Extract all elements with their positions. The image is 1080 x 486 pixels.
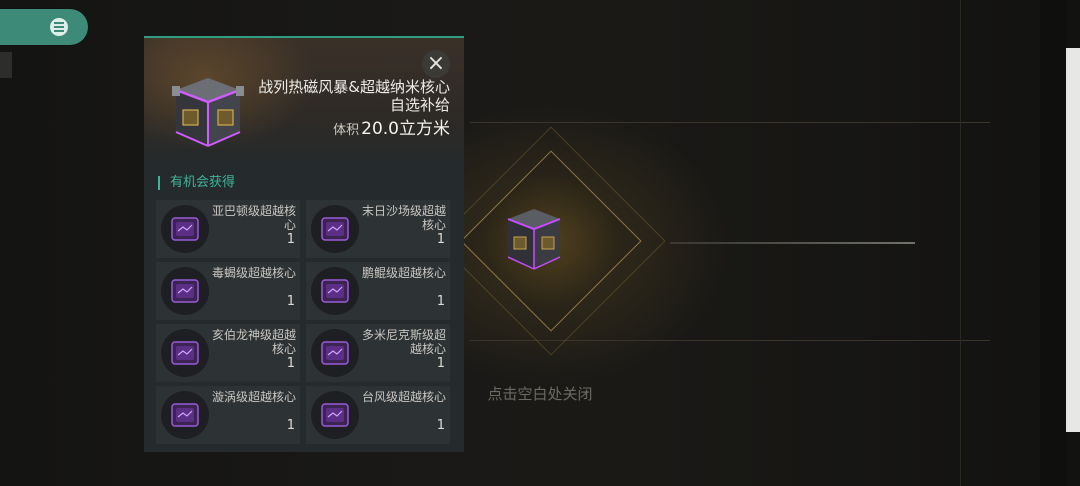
reward-name: 亚巴顿级超越核心 xyxy=(211,204,296,232)
reward-quantity: 1 xyxy=(286,418,295,433)
core-chip-icon xyxy=(311,267,359,315)
volume-label: 体积 xyxy=(333,123,360,138)
reward-quantity: 1 xyxy=(436,356,445,371)
reward-name: 台风级超越核心 xyxy=(361,390,446,404)
core-chip-icon xyxy=(311,329,359,377)
volume-value: 20.0立方米 xyxy=(361,119,450,139)
background-right-bar xyxy=(1066,48,1080,432)
possible-rewards-heading: 有机会获得 xyxy=(158,176,235,190)
supply-crate-preview-icon xyxy=(500,205,568,275)
close-button[interactable]: × xyxy=(422,50,450,78)
supply-crate-icon xyxy=(168,72,248,152)
core-chip-icon xyxy=(161,205,209,253)
core-chip-icon xyxy=(311,205,359,253)
reward-name: 鹏鲲级超越核心 xyxy=(361,266,446,280)
reward-card[interactable]: 亥伯龙神级超越核心 1 xyxy=(156,324,300,382)
reward-quantity: 1 xyxy=(286,232,295,247)
item-title: 战列热磁风暴&超越纳米核心自选补给 xyxy=(258,78,450,114)
close-icon: × xyxy=(426,51,446,76)
reward-quantity: 1 xyxy=(286,356,295,371)
reward-quantity: 1 xyxy=(286,294,295,309)
reward-card[interactable]: 漩涡级超越核心 1 xyxy=(156,386,300,444)
reward-quantity: 1 xyxy=(436,294,445,309)
item-detail-panel: × 战列热磁风暴&超越纳米核心自选补给 体积 20.0立方米 有机会获得 亚巴顿级… xyxy=(144,36,464,452)
background-right-edge xyxy=(1040,0,1066,486)
background-left-tab xyxy=(0,52,12,78)
reward-name: 末日沙场级超越核心 xyxy=(361,204,446,232)
item-volume: 体积 20.0立方米 xyxy=(333,114,450,139)
reward-card[interactable]: 毒蝎级超越核心 1 xyxy=(156,262,300,320)
reward-name: 多米尼克斯级超越核心 xyxy=(361,328,446,356)
core-chip-icon xyxy=(161,267,209,315)
reward-name: 漩涡级超越核心 xyxy=(211,390,296,404)
reward-card[interactable]: 亚巴顿级超越核心 1 xyxy=(156,200,300,258)
reward-card[interactable]: 多米尼克斯级超越核心 1 xyxy=(306,324,450,382)
preview-decor-line xyxy=(670,242,915,244)
reward-name: 亥伯龙神级超越核心 xyxy=(211,328,296,356)
core-chip-icon xyxy=(161,329,209,377)
close-hint-text: 点击空白处关闭 xyxy=(487,385,593,403)
reward-card[interactable]: 末日沙场级超越核心 1 xyxy=(306,200,450,258)
menu-button[interactable] xyxy=(0,9,88,45)
reward-card[interactable]: 鹏鲲级超越核心 1 xyxy=(306,262,450,320)
core-chip-icon xyxy=(161,391,209,439)
core-chip-icon xyxy=(311,391,359,439)
menu-icon xyxy=(50,18,68,36)
reward-name: 毒蝎级超越核心 xyxy=(211,266,296,280)
background-line xyxy=(470,122,990,123)
reward-quantity: 1 xyxy=(436,232,445,247)
background-line xyxy=(960,0,961,486)
reward-card[interactable]: 台风级超越核心 1 xyxy=(306,386,450,444)
reward-quantity: 1 xyxy=(436,418,445,433)
